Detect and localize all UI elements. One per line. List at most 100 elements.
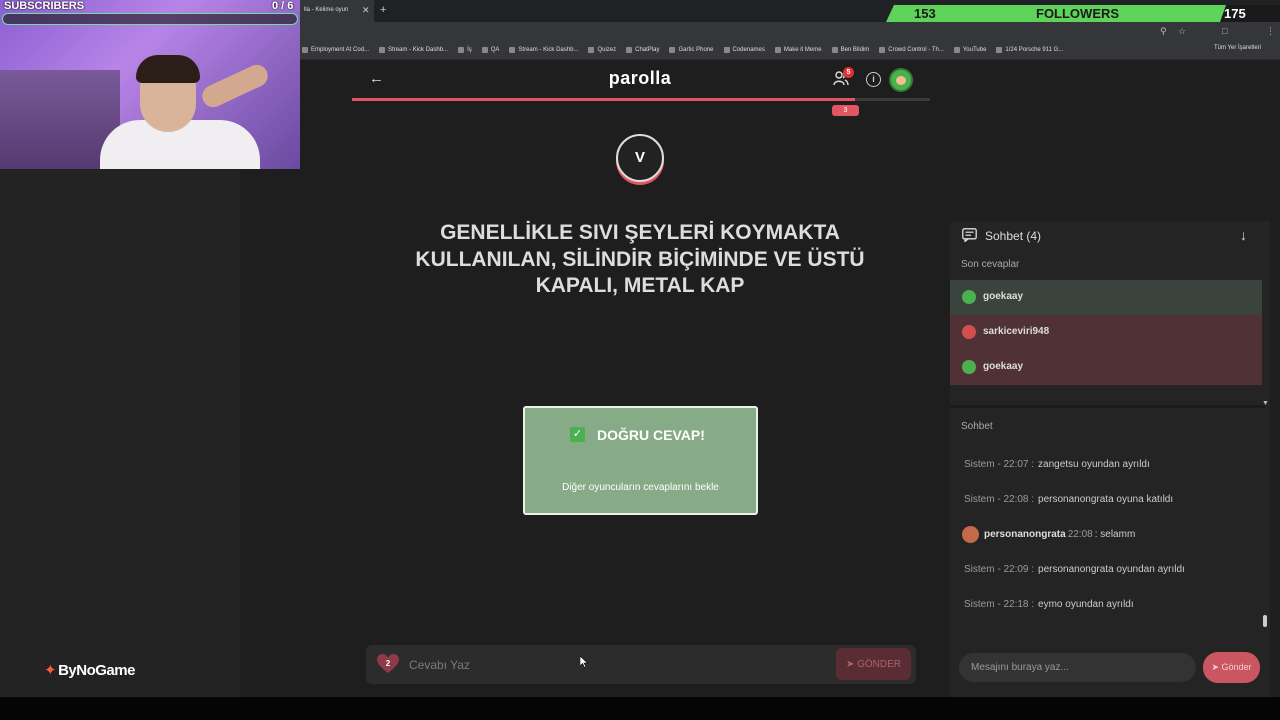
recent-answer-user: goekaay — [983, 291, 1024, 302]
chat-message: Sistem - 22:09 : personanongrata oyundan … — [964, 564, 1185, 575]
chat-divider — [950, 405, 1265, 408]
bookmark-label: ChatPlay — [635, 46, 660, 53]
message-time: 22:08 — [1067, 529, 1093, 541]
answer-input[interactable] — [409, 656, 819, 674]
followers-goal: 175 — [1224, 6, 1246, 21]
message-text: personanongrata oyuna katıldı — [1038, 494, 1174, 505]
bookmark-favicon-icon — [831, 46, 838, 53]
subscribers-count: 0 / 6 — [272, 0, 294, 12]
chat-message: Sistem - 22:07 : zangetsu oyundan ayrıldı — [964, 459, 1150, 470]
bookmark-label: Employment At Cod... — [311, 46, 370, 53]
message-text: personanongrata oyundan ayrıldı — [1038, 564, 1185, 575]
subscribers-progress-bar — [2, 13, 298, 25]
bookmark-item[interactable]: Make it Meme — [774, 46, 822, 53]
user-avatar-icon — [962, 290, 976, 304]
browser-address-bar[interactable] — [300, 22, 1280, 40]
result-card — [523, 406, 758, 515]
bookmark-favicon-icon — [723, 46, 730, 53]
bookmark-favicon-icon — [458, 46, 465, 53]
webcam-person-hair — [136, 55, 200, 83]
message-username[interactable]: personanongrata — [984, 529, 1066, 540]
subscribers-label: SUBSCRIBERS — [4, 0, 85, 12]
bookmark-label: QA — [490, 46, 500, 53]
webcam-person-arm — [198, 61, 272, 111]
followers-count: 153 — [914, 6, 936, 21]
bookmark-item[interactable]: QA — [481, 46, 500, 53]
extensions-icon[interactable]: □ — [1222, 26, 1227, 36]
bookmark-label: YouTube — [962, 46, 987, 53]
chat-send-button[interactable]: ➤ Gönder — [1203, 652, 1260, 683]
tab-close-icon[interactable]: ✕ — [362, 5, 370, 16]
recent-answer-row: goekaay — [950, 350, 1262, 385]
bookmark-item[interactable]: Employment At Cod... — [302, 46, 370, 53]
bookmark-item[interactable]: Quizez — [588, 46, 616, 53]
mouse-cursor-icon — [580, 656, 588, 668]
message-meta: Sistem - 22:07 : — [964, 459, 1035, 470]
bookmark-item[interactable]: Stream - Kick Dashb... — [509, 46, 579, 53]
chat-scrollbar-thumb[interactable] — [1263, 615, 1267, 627]
bookmark-label: Codenames — [732, 46, 765, 53]
timer-progress-marker: 3 — [832, 105, 859, 116]
brand-name: ByNoGame — [58, 662, 135, 679]
recent-answer-row: sarkiceviri948 — [950, 315, 1262, 350]
bookmark-item[interactable]: Codenames — [723, 46, 765, 53]
message-meta: Sistem - 22:18 : — [964, 599, 1035, 610]
submit-answer-label: GÖNDER — [857, 658, 902, 670]
chat-message-input[interactable] — [959, 653, 1196, 682]
brand-flame-icon: ✦ — [44, 662, 57, 679]
bookmark-star-icon[interactable]: ☆ — [1178, 26, 1186, 37]
bookmark-label: 1/24 Porsche 911 G... — [1005, 46, 1064, 53]
all-bookmarks-link[interactable]: Tüm Yer İşaretleri — [1214, 45, 1261, 51]
new-tab-icon[interactable]: + — [380, 4, 386, 16]
current-letter: V — [616, 134, 664, 182]
bookmark-item[interactable]: Stream - Kick Dashb... — [379, 46, 449, 53]
webcam-feed — [0, 0, 300, 169]
game-title: parolla — [608, 68, 672, 88]
result-subtitle: Diğer oyuncuların cevaplarını bekle — [562, 482, 719, 493]
send-icon: ➤ — [1211, 662, 1219, 672]
timer-progress-fill — [352, 98, 855, 101]
user-avatar-icon — [962, 325, 976, 339]
bookmark-item[interactable]: Gartic Phone — [669, 46, 714, 53]
bookmark-favicon-icon — [302, 46, 308, 53]
bookmark-favicon-icon — [379, 46, 386, 53]
bookmark-item[interactable]: Ben Bildim — [831, 46, 869, 53]
back-arrow-icon[interactable]: ← — [369, 70, 384, 87]
bookmark-favicon-icon — [481, 46, 488, 53]
bookmark-item[interactable]: İş — [458, 46, 472, 53]
chat-title: Sohbet (4) — [985, 229, 1042, 243]
zoom-icon[interactable]: ⚲ — [1160, 26, 1167, 37]
collapse-chat-icon[interactable]: ↓ — [1240, 227, 1247, 243]
bookmark-label: İş — [467, 46, 472, 53]
brand-logo: ✦ ByNoGame — [44, 661, 135, 679]
bookmark-favicon-icon — [774, 46, 781, 53]
chat-bubble-icon — [962, 228, 977, 242]
bookmark-item[interactable]: Crowd Control - Th... — [879, 46, 944, 53]
bookmark-favicon-icon — [879, 46, 886, 53]
bookmark-item[interactable]: YouTube — [953, 46, 987, 53]
message-meta: Sistem - 22:08 : — [964, 494, 1035, 505]
submit-answer-button[interactable]: ➤ GÖNDER — [836, 648, 911, 680]
bookmark-label: Crowd Control - Th... — [888, 46, 944, 53]
bookmark-favicon-icon — [588, 46, 595, 53]
players-count-badge: 5 — [843, 67, 854, 78]
check-icon: ✓ — [570, 427, 585, 442]
user-avatar[interactable] — [889, 68, 913, 92]
bookmark-favicon-icon — [669, 46, 676, 53]
recent-answer-user: sarkiceviri948 — [983, 326, 1050, 337]
bookmark-label: Stream - Kick Dashb... — [518, 46, 579, 53]
bookmarks-bar: Employment At Cod... Stream - Kick Dashb.… — [300, 40, 1280, 60]
bookmark-item[interactable]: 1/24 Porsche 911 G... — [996, 46, 1064, 53]
bookmark-item[interactable]: ChatPlay — [626, 46, 660, 53]
chat-message: personanongrata 22:08: selamm — [962, 526, 1135, 543]
menu-kebab-icon[interactable]: ⋮ — [1266, 26, 1275, 37]
chat-message: Sistem - 22:18 : eymo oyundan ayrıldı — [964, 599, 1134, 610]
chat-section-label: Sohbet — [961, 421, 993, 432]
bookmark-label: Stream - Kick Dashb... — [388, 46, 449, 53]
result-title: DOĞRU CEVAP! — [597, 427, 705, 443]
chat-send-label: Gönder — [1221, 662, 1252, 672]
user-avatar-icon — [962, 526, 979, 543]
bookmark-favicon-icon — [953, 46, 960, 53]
user-avatar-icon — [962, 360, 976, 374]
info-icon[interactable]: i — [866, 72, 881, 87]
